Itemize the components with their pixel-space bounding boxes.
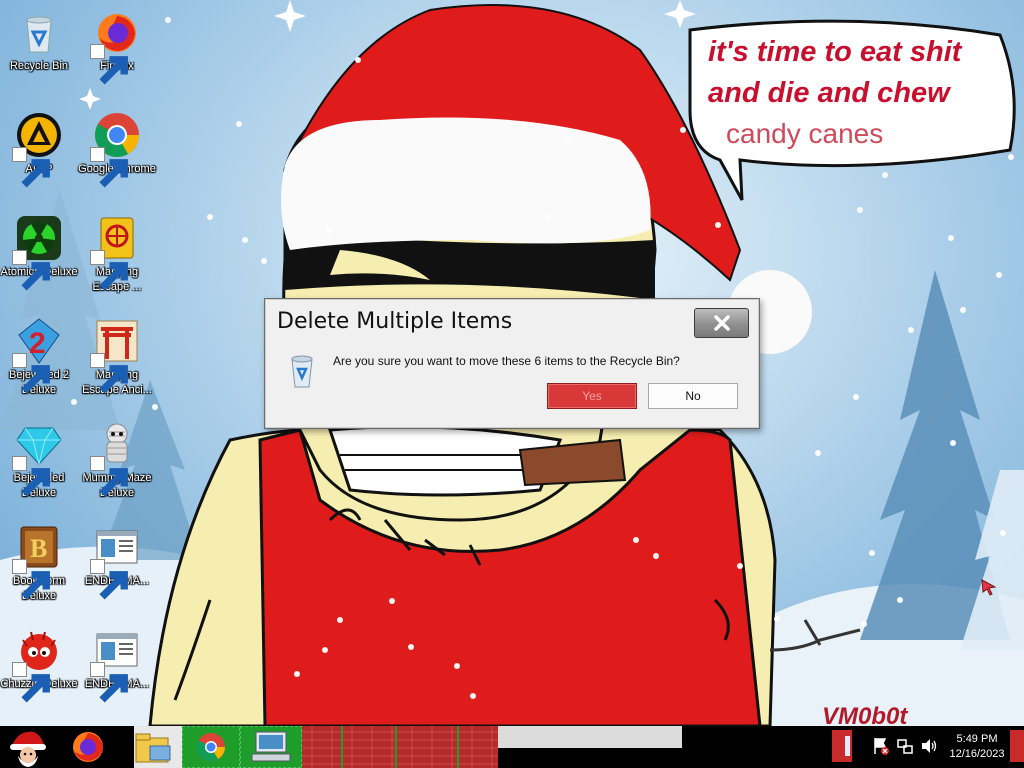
app-window-icon [90, 626, 141, 703]
clock-date[interactable]: 12/16/2023 [944, 748, 1010, 760]
bejeweled2-icon: 2 [12, 317, 63, 394]
desktop-icon-mahjong-ancient[interactable]: Mahjong Escape Anci... [78, 313, 156, 411]
desktop-icon-bejeweled[interactable]: Bejeweled Deluxe [0, 416, 78, 514]
taskbar-window-strip-light[interactable] [498, 726, 682, 748]
shortcut-arrow-icon [12, 456, 50, 497]
shortcut-arrow-icon [12, 662, 50, 703]
taskbar-chrome-button[interactable] [182, 726, 240, 768]
volume-icon[interactable] [920, 736, 938, 756]
desktop-icon-mahjong-escape[interactable]: Mahjong Escape ... [78, 210, 156, 308]
dialog-message: Are you sure you want to move these 6 it… [333, 354, 680, 368]
shortcut-arrow-icon [90, 456, 128, 497]
no-button[interactable]: No [648, 383, 738, 409]
desktop-icon-recycle-bin[interactable]: Recycle Bin [0, 4, 78, 102]
show-desktop-left-button[interactable] [832, 730, 852, 762]
shortcut-arrow-icon [12, 250, 50, 291]
desktop-icon-enderman-2[interactable]: ENDERMA... [78, 622, 156, 720]
bookworm-icon: B [12, 523, 63, 600]
wallpaper-watermark: VM0b0t [822, 703, 908, 726]
dialog-close-button[interactable] [694, 308, 749, 338]
speech-line-2: and die and chew [708, 77, 950, 109]
network-icon[interactable] [896, 736, 914, 756]
desktop-icon-chrome[interactable]: Google Chrome [78, 107, 156, 205]
shortcut-arrow-icon [12, 147, 50, 188]
desktop-icon-mummy-maze[interactable]: Mummy Maze Deluxe [78, 416, 156, 514]
shortcut-arrow-icon [90, 250, 128, 291]
delete-confirm-dialog: Delete Multiple Items Are you sure you w… [264, 298, 760, 429]
mahjong-gate-icon [90, 317, 141, 394]
shortcut-arrow-icon [90, 44, 128, 85]
chrome-icon [182, 726, 240, 768]
desktop-icon-atomica[interactable]: Atomica Deluxe [0, 210, 78, 308]
start-button[interactable] [0, 726, 56, 768]
firefox-icon [73, 732, 103, 762]
close-icon [713, 315, 730, 331]
santa-start-icon [10, 731, 46, 767]
speech-line-3: candy canes [726, 118, 884, 149]
taskbar-window-strip[interactable] [302, 726, 498, 768]
shortcut-arrow-icon [12, 559, 50, 600]
desktop-icon-enderman-1[interactable]: ENDERMA... [78, 519, 156, 617]
file-explorer-icon [134, 726, 182, 768]
speech-line-1: it's time to eat shit [708, 36, 962, 68]
recycle-bin-icon [291, 355, 313, 388]
dialog-title: Delete Multiple Items [277, 309, 513, 334]
clock-time[interactable]: 5:49 PM [944, 733, 1010, 745]
shortcut-arrow-icon [90, 662, 128, 703]
desktop-icon-bookworm[interactable]: B Bookworm Deluxe [0, 519, 78, 617]
show-desktop-button[interactable] [1010, 730, 1024, 762]
bejeweled-icon [12, 420, 63, 497]
aimp-icon [12, 111, 63, 188]
mahjong-icon [90, 214, 141, 291]
desktop-icon-chuzzle[interactable]: Chuzzle Deluxe [0, 622, 78, 720]
shortcut-arrow-icon [90, 353, 128, 394]
app-window-icon [90, 523, 141, 600]
desktop-icon-aimp[interactable]: AIMP [0, 107, 78, 205]
desktop-icon-label: Recycle Bin [9, 60, 69, 72]
yes-button[interactable]: Yes [547, 383, 637, 409]
chrome-icon [90, 111, 141, 188]
taskbar-computer-button[interactable] [240, 726, 302, 768]
desktop-icon-firefox[interactable]: Firefox [78, 4, 156, 102]
mouse-cursor-icon [981, 579, 997, 596]
shortcut-arrow-icon [12, 353, 50, 394]
chuzzle-icon [12, 626, 63, 703]
taskbar-firefox-button[interactable] [66, 726, 110, 768]
shortcut-arrow-icon [90, 147, 128, 188]
recycle-bin-icon [15, 8, 63, 56]
computer-icon [240, 726, 302, 768]
svg-text:B: B [30, 534, 47, 563]
firefox-icon [90, 8, 141, 85]
mummy-icon [90, 420, 141, 497]
taskbar-file-explorer-button[interactable] [130, 726, 182, 768]
action-center-flag-icon[interactable] [872, 736, 890, 756]
shortcut-arrow-icon [90, 559, 128, 600]
desktop-icon-bejeweled2[interactable]: 2 Bejeweled 2 Deluxe [0, 313, 78, 411]
atomica-icon [12, 214, 63, 291]
